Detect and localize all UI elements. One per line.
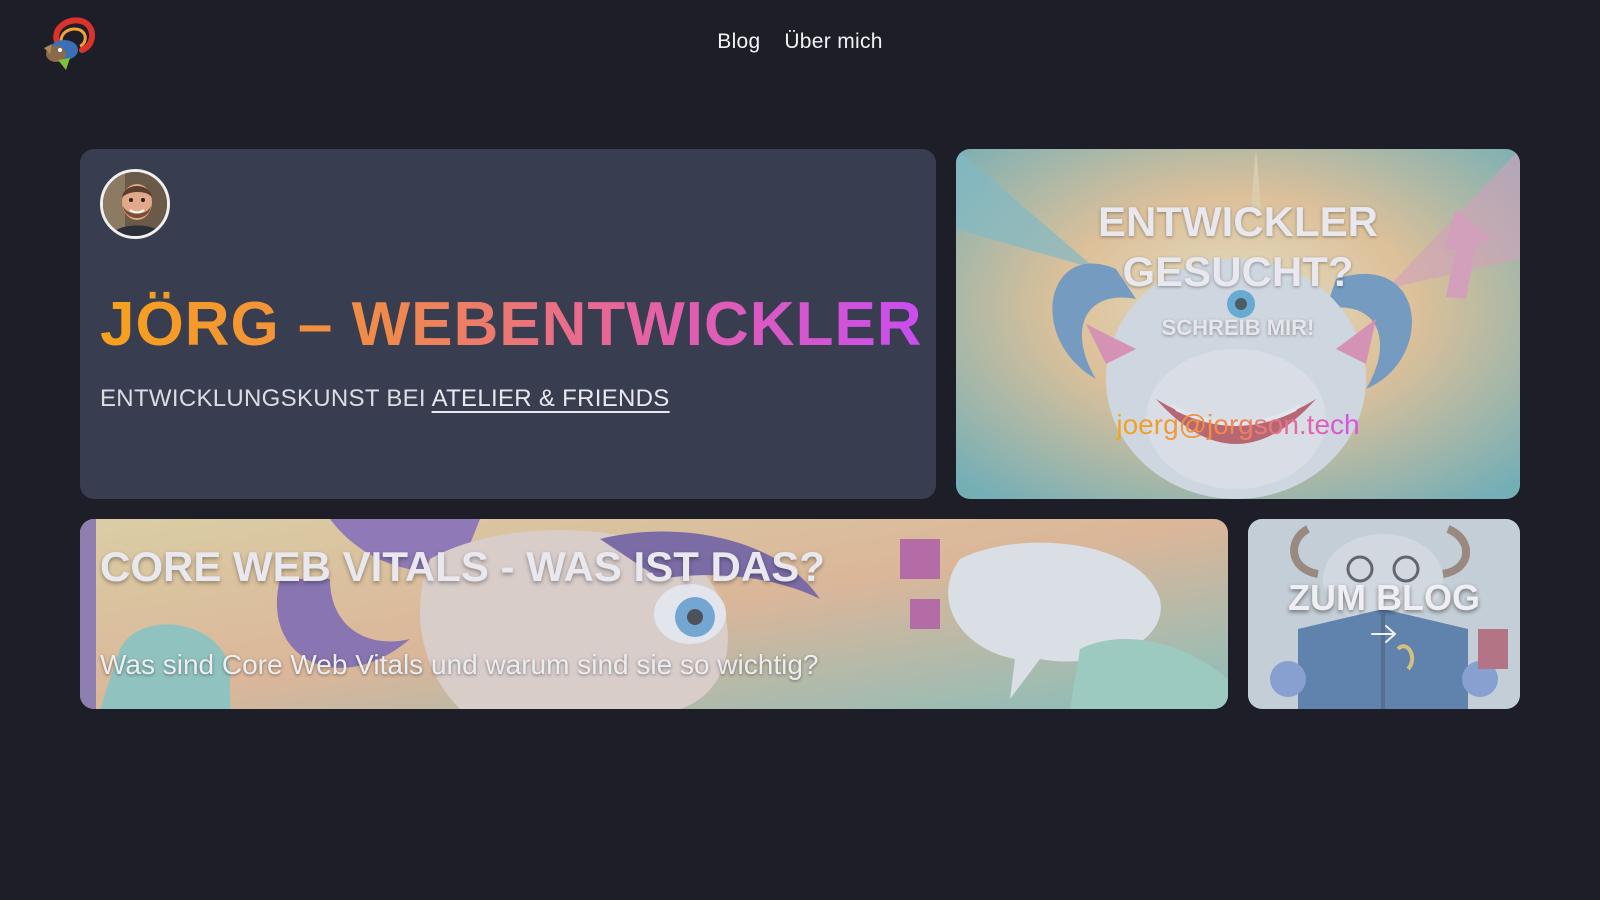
hero-subtitle-text: ENTWICKLUNGSKUNST BEI: [100, 385, 426, 412]
arrow-right-icon: [1371, 625, 1396, 643]
hero-subtitle: ENTWICKLUNGSKUNST BEI ATELIER & FRIENDS: [100, 385, 670, 413]
blog-title[interactable]: ZUM BLOG: [1248, 577, 1520, 619]
atelier-friends-link[interactable]: ATELIER & FRIENDS: [432, 385, 670, 412]
article-description: Was sind Core Web Vitals und warum sind …: [100, 649, 819, 680]
contact-title-line1: ENTWICKLER: [1098, 198, 1378, 245]
contact-email-link[interactable]: joerg@jorgson.tech: [1116, 409, 1359, 440]
nav-link-about[interactable]: Über mich: [784, 30, 882, 53]
hero-card: JÖRG – WEBENTWICKLER ENTWICKLUNGSKUNST B…: [80, 149, 936, 499]
contact-title-line2: GESUCHT?: [1122, 248, 1354, 295]
main-nav: Blog Über mich: [0, 30, 1600, 54]
article-title[interactable]: CORE WEB VITALS - WAS IST DAS?: [100, 543, 825, 591]
contact-subtitle: SCHREIB MIR!: [1161, 315, 1315, 340]
blog-card[interactable]: ZUM BLOG: [1248, 519, 1520, 709]
contact-card[interactable]: ENTWICKLER GESUCHT? SCHREIB MIR! joerg@j…: [956, 149, 1520, 499]
article-card[interactable]: CORE WEB VITALS - WAS IST DAS? Was sind …: [80, 519, 1228, 709]
contact-title: ENTWICKLER GESUCHT?: [956, 197, 1520, 297]
nav-link-blog[interactable]: Blog: [717, 30, 760, 53]
contact-email-wrapper: joerg@jorgson.tech: [956, 409, 1520, 441]
avatar: [100, 169, 170, 239]
top-bar: Blog Über mich: [0, 0, 1600, 90]
hero-title: JÖRG – WEBENTWICKLER: [100, 290, 923, 359]
